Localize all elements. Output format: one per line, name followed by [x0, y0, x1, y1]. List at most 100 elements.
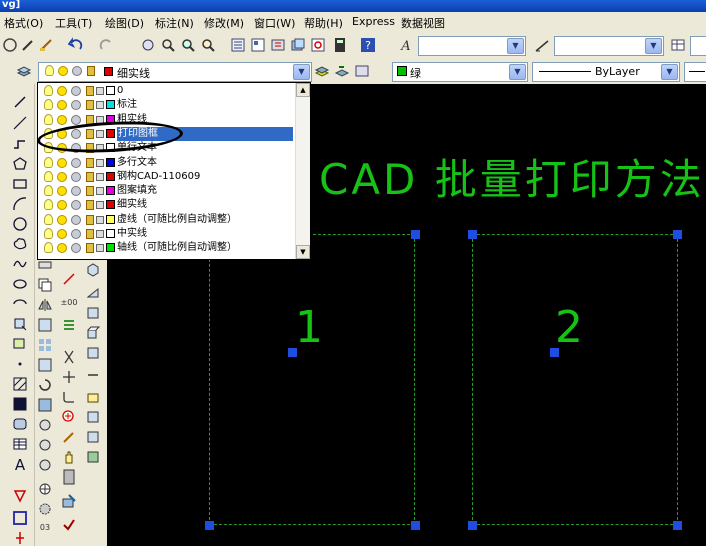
dimension-icon[interactable]: 03	[37, 519, 53, 535]
calculator-icon[interactable]	[332, 37, 348, 53]
menu-dimension[interactable]: 标注(N)	[155, 15, 194, 31]
insert-block-icon[interactable]	[12, 316, 28, 332]
viewport-frame-2[interactable]	[472, 234, 678, 525]
menu-window[interactable]: 窗口(W)	[254, 15, 295, 31]
polygon-icon[interactable]	[12, 156, 28, 172]
help-icon[interactable]: ?	[360, 37, 376, 53]
circle-icon[interactable]	[12, 216, 28, 232]
multiline-text-icon[interactable]: A	[12, 456, 28, 472]
grip-handle[interactable]	[673, 521, 682, 530]
stretch-arrows-icon[interactable]	[61, 369, 77, 385]
hatch-icon[interactable]	[12, 376, 28, 392]
grip-handle[interactable]	[411, 521, 420, 530]
table-style-icon[interactable]	[670, 37, 686, 53]
cut-icon[interactable]	[61, 349, 77, 365]
ucs-axis-icon[interactable]	[12, 530, 28, 546]
text-style-combo[interactable]: ▼	[418, 36, 526, 56]
layer-list-item[interactable]: 多行文本	[38, 156, 295, 170]
layer-list-item[interactable]: 图案填充	[38, 184, 295, 198]
layer-manager-icon[interactable]	[16, 63, 32, 79]
dimension-style-combo[interactable]: ▼	[554, 36, 664, 56]
rotate-icon[interactable]	[37, 377, 53, 393]
zoom-window-icon[interactable]	[180, 37, 196, 53]
layer-list-item[interactable]: 轴线（可随比例自动调整）	[38, 241, 295, 255]
scroll-up-icon[interactable]: ▲	[296, 83, 310, 97]
menu-data-view[interactable]: 数据视图	[401, 15, 445, 31]
menu-modify[interactable]: 修改(M)	[204, 15, 244, 31]
linetype-combo[interactable]: ByLayer ▼	[532, 62, 680, 82]
zoom-previous-icon[interactable]	[200, 37, 216, 53]
measure-icon[interactable]	[37, 481, 53, 497]
circle-tool-icon[interactable]	[2, 37, 18, 53]
chamfer-icon[interactable]	[61, 271, 77, 287]
make-block-icon[interactable]	[12, 336, 28, 352]
array-icon[interactable]	[37, 337, 53, 353]
copy-icon[interactable]	[37, 277, 53, 293]
redo-icon[interactable]	[98, 37, 114, 53]
grip-handle[interactable]	[468, 230, 477, 239]
offset-icon[interactable]	[37, 317, 53, 333]
region-icon[interactable]	[12, 416, 28, 432]
chevron-down-icon[interactable]: ▼	[509, 64, 526, 80]
fillet-icon[interactable]	[61, 389, 77, 405]
move-icon[interactable]	[37, 357, 53, 373]
layer-list-item[interactable]: 细实线	[38, 198, 295, 212]
zoom-realtime-icon[interactable]	[160, 37, 176, 53]
chevron-down-icon[interactable]: ▼	[661, 64, 678, 80]
chevron-down-icon[interactable]: ▼	[645, 38, 662, 54]
gear-icon[interactable]	[37, 501, 53, 517]
sheet-set-icon[interactable]	[290, 37, 306, 53]
tool-palettes-icon[interactable]	[270, 37, 286, 53]
grip-handle[interactable]	[411, 230, 420, 239]
ellipse-arc-icon[interactable]	[12, 296, 28, 312]
chevron-down-icon[interactable]: ▼	[507, 38, 524, 54]
menu-draw[interactable]: 绘图(D)	[105, 15, 144, 31]
solid-layers-icon[interactable]	[85, 305, 101, 321]
properties-icon[interactable]	[230, 37, 246, 53]
construction-line-icon[interactable]	[12, 115, 28, 131]
pen-icon[interactable]	[61, 429, 77, 445]
scroll-down-icon[interactable]: ▼	[296, 245, 310, 259]
layer-states-icon[interactable]	[354, 63, 370, 79]
grip-handle[interactable]	[673, 230, 682, 239]
menu-express[interactable]: Express	[352, 15, 395, 28]
grip-handle[interactable]	[468, 521, 477, 530]
trim-icon[interactable]	[37, 437, 53, 453]
3d-array-icon[interactable]	[85, 409, 101, 425]
match-properties-icon[interactable]	[38, 37, 54, 53]
color-combo[interactable]: 绿 ▼	[392, 62, 528, 82]
zoom-icon[interactable]	[61, 409, 77, 425]
menu-tools[interactable]: 工具(T)	[55, 15, 92, 31]
check-icon[interactable]	[61, 517, 77, 533]
design-center-icon[interactable]	[250, 37, 266, 53]
gradient-icon[interactable]	[12, 396, 28, 412]
calculator-small-icon[interactable]	[61, 469, 77, 485]
revision-cloud-icon[interactable]	[12, 236, 28, 252]
menu-help[interactable]: 帮助(H)	[304, 15, 343, 31]
layer-list-item[interactable]: 标注	[38, 98, 295, 112]
rectangle-icon[interactable]	[12, 176, 28, 192]
layer-previous-icon[interactable]	[334, 63, 350, 79]
viewport-icon[interactable]	[12, 510, 28, 526]
layer-combo[interactable]: 细实线 ▼	[38, 62, 312, 82]
pencil-icon[interactable]	[20, 37, 36, 53]
paint-icon[interactable]	[61, 493, 77, 509]
hand-pan-icon[interactable]	[61, 449, 77, 465]
arc-icon[interactable]	[12, 196, 28, 212]
polyline-icon[interactable]	[12, 136, 28, 152]
solid-extrude-icon[interactable]	[85, 325, 101, 341]
make-current-layer-icon[interactable]	[314, 63, 330, 79]
align-icon[interactable]	[61, 317, 77, 333]
chevron-down-icon[interactable]: ▼	[293, 64, 310, 80]
3d-rotate-icon[interactable]	[85, 429, 101, 445]
dropdown-scrollbar[interactable]: ▲ ▼	[295, 83, 310, 259]
layer-dropdown-list[interactable]: ▲ ▼ 0 标注 粗实线 打印图框 单行文本 多行文本 钢构CAD-110609 图案填充 细实…	[37, 82, 311, 260]
lineweight-combo[interactable]	[684, 62, 706, 82]
grip-handle[interactable]	[288, 348, 297, 357]
table-style-combo[interactable]	[690, 36, 706, 56]
layer-list-item[interactable]: 虚线（可随比例自动调整）	[38, 213, 295, 227]
mirror-icon[interactable]	[37, 297, 53, 313]
dimension-style-icon[interactable]	[534, 37, 550, 53]
3d-mirror-icon[interactable]	[85, 449, 101, 465]
layer-list-item[interactable]: 0	[38, 84, 295, 98]
